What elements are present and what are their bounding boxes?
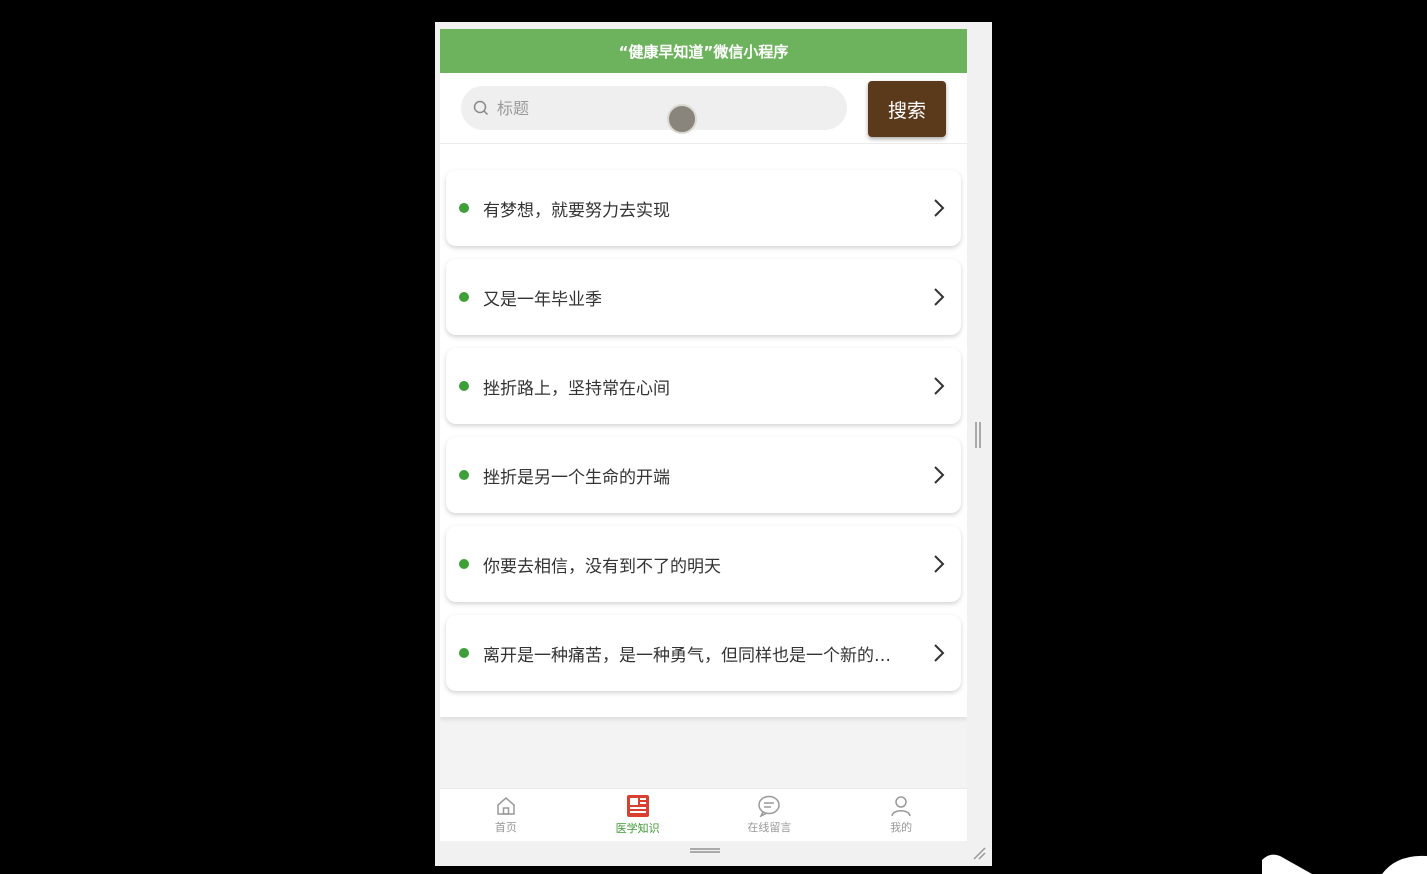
bullet-dot — [459, 203, 469, 213]
search-box[interactable] — [461, 86, 847, 130]
article-title: 有梦想，就要努力去实现 — [483, 200, 670, 221]
chevron-right-icon — [934, 199, 945, 217]
tab-medical-knowledge[interactable]: 医学知识 — [572, 789, 704, 841]
chevron-right-icon — [934, 288, 945, 306]
list-item[interactable]: 离开是一种痛苦，是一种勇气，但同样也是一个新的开始 — [446, 615, 961, 691]
tab-home[interactable]: 首页 — [440, 789, 572, 841]
article-title: 离开是一种痛苦，是一种勇气，但同样也是一个新的开始 — [483, 645, 905, 666]
list-item[interactable]: 有梦想，就要努力去实现 — [446, 170, 961, 246]
search-input[interactable] — [495, 97, 819, 119]
search-bar: 搜索 — [440, 73, 967, 144]
vertical-resize-handle[interactable] — [975, 422, 981, 448]
article-title: 挫折是另一个生命的开端 — [483, 467, 670, 488]
touch-cursor — [667, 104, 697, 134]
tab-label: 首页 — [494, 821, 517, 834]
list-item[interactable]: 挫折是另一个生命的开端 — [446, 437, 961, 513]
chevron-right-icon — [934, 377, 945, 395]
tab-mine[interactable]: 我的 — [835, 789, 967, 841]
bullet-dot — [459, 648, 469, 658]
list-item[interactable]: 你要去相信，没有到不了的明天 — [446, 526, 961, 602]
list-item[interactable]: 又是一年毕业季 — [446, 259, 961, 335]
search-button[interactable]: 搜索 — [868, 81, 946, 137]
article-title: 你要去相信，没有到不了的明天 — [483, 556, 721, 577]
resize-corner-icon[interactable] — [972, 846, 986, 860]
page-title: “健康早知道”微信小程序 — [440, 29, 967, 73]
horizontal-resize-handle[interactable] — [690, 848, 720, 853]
bullet-dot — [459, 292, 469, 302]
miniprogram-app: “健康早知道”微信小程序 搜索 有梦想，就要努力去实现 又是一年毕业季 — [440, 29, 967, 841]
bottom-tab-bar: 首页 医学知识 在线留言 我的 — [440, 788, 967, 841]
article-title: 又是一年毕业季 — [483, 289, 602, 310]
home-icon — [497, 797, 515, 815]
chevron-right-icon — [934, 644, 945, 662]
tab-label: 在线留言 — [747, 821, 792, 834]
chevron-right-icon — [934, 466, 945, 484]
search-icon — [473, 100, 489, 116]
device-frame: “健康早知道”微信小程序 搜索 有梦想，就要努力去实现 又是一年毕业季 — [435, 22, 992, 866]
list-item[interactable]: 挫折路上，坚持常在心间 — [446, 348, 961, 424]
message-icon — [758, 795, 781, 817]
bullet-dot — [459, 470, 469, 480]
bullet-dot — [459, 381, 469, 391]
corner-decoration-icon — [1262, 854, 1427, 874]
tab-label: 医学知识 — [615, 822, 660, 835]
tab-online-message[interactable]: 在线留言 — [704, 789, 836, 841]
article-title: 挫折路上，坚持常在心间 — [483, 378, 670, 399]
chevron-right-icon — [934, 555, 945, 573]
article-list: 有梦想，就要努力去实现 又是一年毕业季 挫折路上，坚持常在心间 挫折是另一个生命… — [440, 144, 967, 717]
bullet-dot — [459, 559, 469, 569]
user-icon — [891, 796, 911, 817]
news-icon — [626, 795, 649, 817]
tab-label: 我的 — [890, 821, 913, 834]
